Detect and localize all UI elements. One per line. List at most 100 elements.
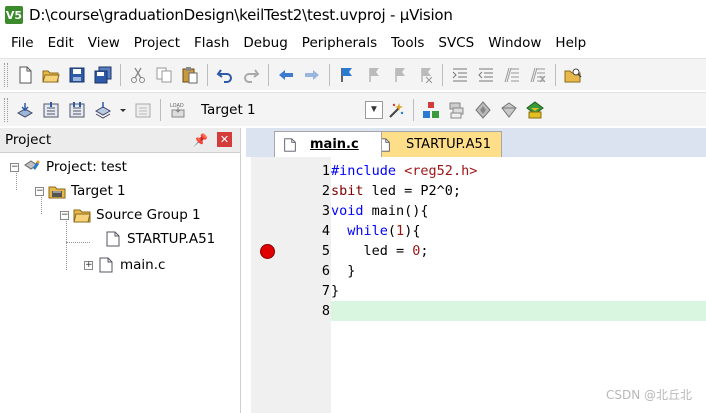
close-icon[interactable]: ✕ (217, 132, 232, 147)
load-label: LOAD (170, 103, 184, 109)
indent-icon[interactable] (449, 64, 471, 86)
download-icon[interactable]: LOAD (167, 99, 189, 121)
navigate-forward-icon[interactable] (301, 64, 323, 86)
code-text-area[interactable]: #include <reg52.h> sbit led = P2^0; void… (331, 157, 706, 413)
watermark: CSDN @北丘北 (605, 388, 692, 402)
code-line-5: led = 0; (331, 241, 706, 261)
toolbar-grip[interactable] (4, 62, 8, 87)
collapse-icon[interactable]: − (35, 186, 44, 196)
chevron-down-icon[interactable] (118, 99, 128, 121)
tab-startup-a51[interactable]: STARTUP.A51 (366, 131, 502, 157)
expand-icon[interactable]: + (84, 260, 93, 270)
tree-item-project[interactable]: − Project: test (10, 156, 127, 178)
toolbar-separator (160, 98, 161, 121)
tab-label: STARTUP.A51 (406, 137, 492, 152)
menu-edit[interactable]: Edit (48, 35, 74, 51)
project-panel: Project 📌 ✕ − Project: test − Target 1 − (0, 128, 241, 413)
code-token: void (331, 203, 364, 219)
bookmark-icon[interactable] (336, 64, 358, 86)
pack-installer-icon[interactable] (472, 99, 494, 121)
unindent-icon[interactable] (475, 64, 497, 86)
editor-gutter[interactable]: 1 2 3 4 5 6 7 8 (251, 157, 331, 413)
line-number: 5 (321, 243, 330, 259)
menu-file[interactable]: File (11, 35, 34, 51)
tree-item-source-group[interactable]: − Source Group 1 (60, 204, 201, 226)
rebuild-icon[interactable] (66, 99, 88, 121)
breakpoint-marker[interactable] (260, 244, 275, 259)
menu-view[interactable]: View (88, 35, 120, 51)
code-line-7: } (331, 283, 340, 299)
save-all-icon[interactable] (92, 64, 114, 86)
pack-manager-icon[interactable] (524, 99, 546, 121)
line-number: 7 (321, 283, 330, 299)
collapse-icon[interactable]: − (10, 162, 19, 172)
chevron-down-icon[interactable]: ▼ (365, 100, 383, 119)
build-toolbar: LOAD Target 1 ▼ (0, 92, 706, 126)
tree-item-main-file[interactable]: + main.c (84, 254, 165, 276)
code-token: led = P2^0; (363, 183, 462, 199)
code-token: ( (387, 223, 397, 239)
menu-window[interactable]: Window (488, 35, 541, 51)
clear-bookmarks-icon[interactable] (414, 64, 436, 86)
menu-peripherals[interactable]: Peripherals (302, 35, 377, 51)
stop-build-icon[interactable] (132, 99, 154, 121)
tree-item-startup-file[interactable]: STARTUP.A51 (104, 228, 215, 250)
batch-build-icon[interactable] (92, 99, 114, 121)
title-bar: V5 D:\course\graduationDesign\keilTest2\… (0, 0, 706, 30)
translate-icon[interactable] (14, 99, 36, 121)
pin-icon[interactable]: 📌 (193, 133, 208, 147)
menu-flash[interactable]: Flash (194, 35, 229, 51)
menu-svcs[interactable]: SVCS (438, 35, 474, 51)
paste-icon[interactable] (179, 64, 201, 86)
code-token: while (347, 223, 388, 239)
code-token: #include (331, 163, 397, 179)
prev-bookmark-icon[interactable] (362, 64, 384, 86)
file-icon (104, 231, 122, 247)
target-options-wand-icon[interactable] (385, 99, 407, 121)
new-file-icon[interactable] (14, 64, 36, 86)
toolbar-separator (329, 63, 330, 86)
toolbar-grip[interactable] (4, 97, 8, 122)
comment-icon[interactable] (501, 64, 523, 86)
project-panel-header: Project 📌 ✕ (0, 128, 240, 153)
open-folder-icon[interactable] (40, 64, 62, 86)
undo-icon[interactable] (214, 64, 236, 86)
select-packs-icon[interactable] (446, 99, 468, 121)
uncomment-icon[interactable] (527, 64, 549, 86)
code-line-1: #include <reg52.h> (331, 161, 706, 181)
copy-icon[interactable] (153, 64, 175, 86)
find-in-files-icon[interactable] (562, 64, 584, 86)
line-number: 8 (321, 303, 330, 319)
tree-item-label: main.c (120, 257, 166, 273)
tree-item-label: Project: test (46, 159, 127, 175)
toolbar-separator (555, 63, 556, 86)
menu-help[interactable]: Help (555, 35, 586, 51)
target-select[interactable]: Target 1 ▼ (199, 99, 383, 121)
target-folder-icon (48, 183, 66, 199)
toolbar-separator (442, 63, 443, 86)
tree-item-target[interactable]: − Target 1 (35, 180, 126, 202)
build-icon[interactable] (40, 99, 62, 121)
redo-icon[interactable] (240, 64, 262, 86)
menu-tools[interactable]: Tools (391, 35, 424, 51)
file-icon (281, 137, 299, 153)
collapse-icon[interactable]: − (60, 210, 69, 220)
file-toolbar (0, 58, 706, 90)
line-number: 3 (321, 203, 330, 219)
window-title: D:\course\graduationDesign\keilTest2\tes… (29, 6, 453, 24)
tab-main-c[interactable]: main.c (274, 131, 382, 157)
navigate-back-icon[interactable] (275, 64, 297, 86)
menu-project[interactable]: Project (134, 35, 180, 51)
manage-project-items-icon[interactable] (420, 99, 442, 121)
run-time-environment-icon[interactable] (498, 99, 520, 121)
cut-icon[interactable] (127, 64, 149, 86)
code-line-4: while(1){ (331, 221, 706, 241)
line-number: 6 (321, 263, 330, 279)
toolbar-separator (268, 63, 269, 86)
next-bookmark-icon[interactable] (388, 64, 410, 86)
save-icon[interactable] (66, 64, 88, 86)
code-token: 1 (396, 223, 405, 239)
project-tree: − Project: test − Target 1 − Source Grou… (0, 153, 240, 413)
menu-debug[interactable]: Debug (243, 35, 287, 51)
tree-item-label: Target 1 (71, 183, 126, 199)
